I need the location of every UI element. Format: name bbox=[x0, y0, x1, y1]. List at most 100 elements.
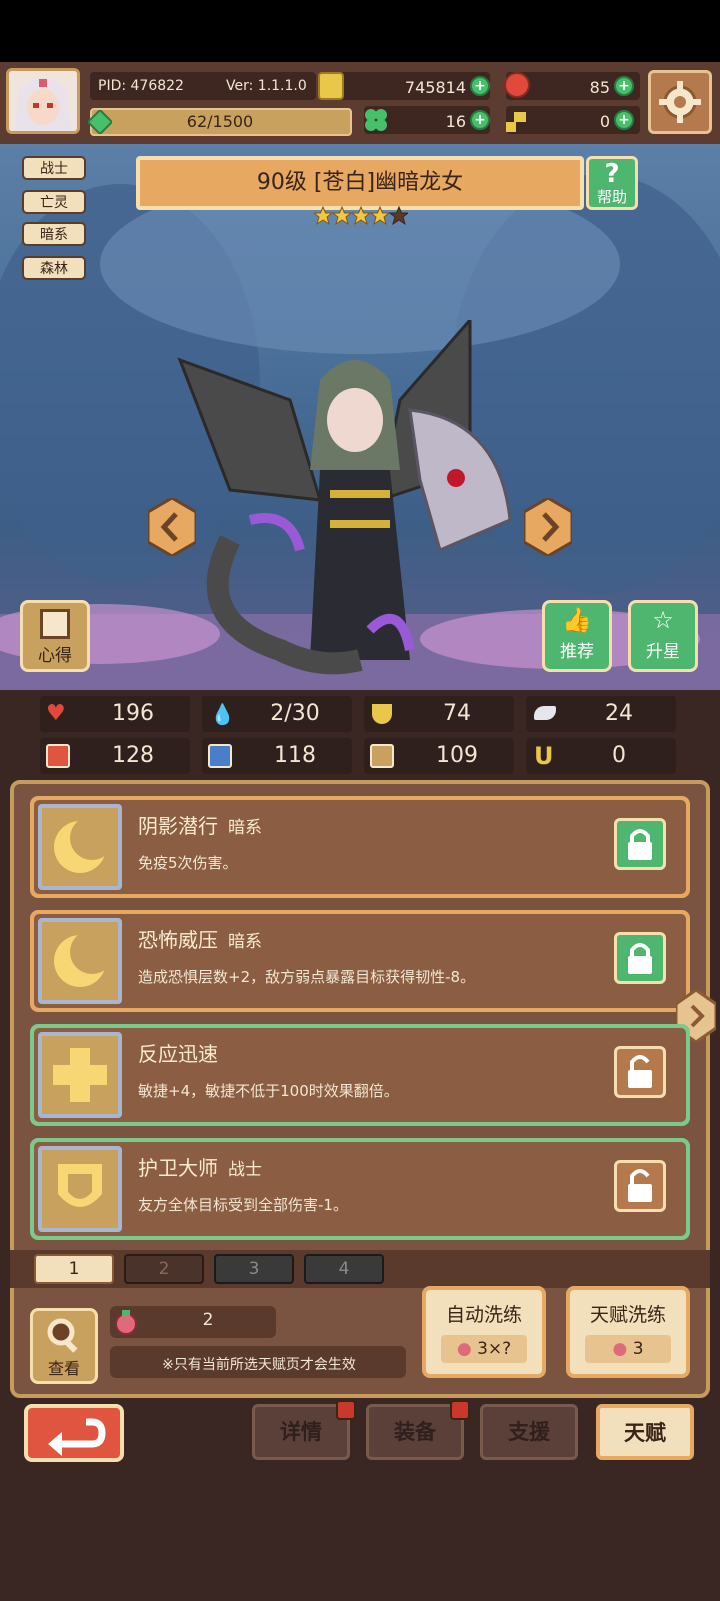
prev-hero-button[interactable] bbox=[146, 496, 198, 558]
stat-agility: 109 bbox=[364, 738, 514, 774]
fist-icon bbox=[46, 744, 70, 768]
stat-defense: 74 bbox=[364, 696, 514, 732]
tab-page-2[interactable]: 2 bbox=[124, 1254, 204, 1284]
settings-button[interactable] bbox=[648, 70, 712, 134]
talent-refine-cost: 3 bbox=[632, 1339, 644, 1359]
auto-refine-cost: 3×? bbox=[477, 1339, 512, 1359]
talent-name: 护卫大师 bbox=[138, 1156, 218, 1180]
lock-toggle[interactable] bbox=[614, 1046, 666, 1098]
talent-desc: 敏捷+4，敏捷不低于100时效果翻倍。 bbox=[138, 1082, 399, 1100]
talent-card[interactable]: 阴影潜行 暗系 免疫5次伤害。 bbox=[30, 796, 690, 898]
gem-value: 85 bbox=[589, 78, 610, 97]
unlock-icon bbox=[628, 1169, 652, 1202]
details-label: 详情 bbox=[280, 1420, 322, 1444]
add-gem-button[interactable]: + bbox=[614, 76, 634, 96]
gear-icon bbox=[659, 81, 701, 123]
version-text: Ver: 1.1.1.0 bbox=[226, 78, 307, 94]
tag-warrior: 战士 bbox=[22, 156, 86, 180]
crescent-moon-icon bbox=[38, 804, 122, 890]
cross-icon bbox=[38, 1032, 122, 1118]
add-gold-button[interactable]: + bbox=[470, 76, 490, 96]
talent-card[interactable]: 恐怖威压 暗系 造成恐惧层数+2，敌方弱点暴露目标获得韧性-8。 bbox=[30, 910, 690, 1012]
next-hero-button[interactable] bbox=[522, 496, 574, 558]
boot-icon bbox=[370, 744, 394, 768]
book-icon bbox=[208, 744, 232, 768]
shield-icon bbox=[372, 704, 392, 724]
key-value: 0 bbox=[599, 112, 610, 131]
talent-desc: 免疫5次伤害。 bbox=[138, 854, 238, 872]
tab-page-4[interactable]: 4 bbox=[304, 1254, 384, 1284]
back-button[interactable] bbox=[24, 1404, 124, 1462]
star-icon bbox=[312, 205, 334, 226]
star-rating bbox=[312, 205, 410, 228]
add-clover-button[interactable]: + bbox=[470, 110, 490, 130]
hero-character-art bbox=[170, 316, 540, 690]
stat-value: 118 bbox=[274, 743, 316, 768]
talent-refine-button[interactable]: 天赋洗练 ● 3 bbox=[566, 1286, 690, 1378]
heart-icon: ♥ bbox=[46, 701, 66, 726]
view-label: 查看 bbox=[47, 1359, 80, 1378]
gold-coin-icon bbox=[318, 72, 344, 100]
talent-desc: 造成恐惧层数+2，敌方弱点暴露目标获得韧性-8。 bbox=[138, 968, 476, 986]
back-arrow-icon bbox=[48, 1418, 106, 1456]
talent-desc: 友方全体目标受到全部伤害-1。 bbox=[138, 1196, 348, 1214]
scroll-icon bbox=[40, 609, 70, 639]
wing-icon bbox=[534, 706, 556, 720]
tab-page-1[interactable]: 1 bbox=[34, 1254, 114, 1284]
water-drop-icon: 💧 bbox=[210, 702, 235, 726]
pid-text: PID: 476822 bbox=[98, 78, 184, 94]
equipment-label: 装备 bbox=[394, 1420, 436, 1444]
gold-value: 745814 bbox=[404, 78, 466, 97]
talent-name: 阴影潜行 bbox=[138, 814, 218, 838]
talent-label: 天赋 bbox=[624, 1421, 666, 1445]
stat-mana: 💧 2/30 bbox=[202, 696, 352, 732]
stat-luck: U 0 bbox=[526, 738, 676, 774]
talent-type: 战士 bbox=[228, 1160, 262, 1180]
stat-value: 0 bbox=[612, 743, 626, 768]
lock-toggle[interactable] bbox=[614, 1160, 666, 1212]
horseshoe-icon: U bbox=[534, 742, 554, 770]
help-label: 帮助 bbox=[596, 188, 627, 206]
star-icon bbox=[369, 205, 391, 226]
auto-refine-button[interactable]: 自动洗练 ● 3×? bbox=[422, 1286, 546, 1378]
stat-value: 109 bbox=[436, 743, 478, 768]
notification-dot bbox=[336, 1400, 356, 1420]
talent-type: 暗系 bbox=[228, 932, 262, 952]
upstar-label: 升星 bbox=[646, 642, 680, 662]
talent-tab[interactable]: 天赋 bbox=[596, 1404, 694, 1460]
help-button[interactable]: ? 帮助 bbox=[586, 156, 638, 210]
player-avatar[interactable] bbox=[6, 68, 80, 134]
stat-value: 24 bbox=[605, 701, 633, 726]
star-icon bbox=[350, 205, 372, 226]
potion-icon bbox=[112, 1308, 140, 1336]
star-icon bbox=[331, 205, 353, 226]
tag-undead: 亡灵 bbox=[22, 190, 86, 214]
red-gem-icon bbox=[504, 72, 530, 98]
lock-toggle[interactable] bbox=[614, 818, 666, 870]
crescent-moon-icon bbox=[38, 918, 122, 1004]
recommend-button[interactable]: 👍 推荐 bbox=[542, 600, 612, 672]
stat-value: 74 bbox=[443, 701, 471, 726]
star-icon: ☆ bbox=[652, 606, 674, 634]
lock-icon bbox=[628, 829, 652, 860]
question-icon: ? bbox=[604, 159, 620, 189]
view-button[interactable]: 查看 bbox=[30, 1308, 98, 1384]
support-tab[interactable]: 支援 bbox=[480, 1404, 578, 1460]
insight-button[interactable]: 心得 bbox=[20, 600, 90, 672]
potion-icon: ● bbox=[456, 1339, 472, 1359]
talent-name: 反应迅速 bbox=[138, 1042, 218, 1066]
notification-dot bbox=[450, 1400, 470, 1420]
talent-card[interactable]: 护卫大师 战士 友方全体目标受到全部伤害-1。 bbox=[30, 1138, 690, 1240]
key-icon bbox=[504, 108, 530, 134]
stat-hp: ♥ 196 bbox=[40, 696, 190, 732]
tab-page-3[interactable]: 3 bbox=[214, 1254, 294, 1284]
status-bar bbox=[0, 0, 720, 62]
recommend-label: 推荐 bbox=[560, 642, 594, 662]
upstar-button[interactable]: ☆ 升星 bbox=[628, 600, 698, 672]
thumbs-up-icon: 👍 bbox=[562, 606, 592, 634]
stat-speed: 24 bbox=[526, 696, 676, 732]
add-key-button[interactable]: + bbox=[614, 110, 634, 130]
lock-toggle[interactable] bbox=[614, 932, 666, 984]
talent-refine-label: 天赋洗练 bbox=[589, 1304, 666, 1326]
talent-card[interactable]: 反应迅速 敏捷+4，敏捷不低于100时效果翻倍。 bbox=[30, 1024, 690, 1126]
